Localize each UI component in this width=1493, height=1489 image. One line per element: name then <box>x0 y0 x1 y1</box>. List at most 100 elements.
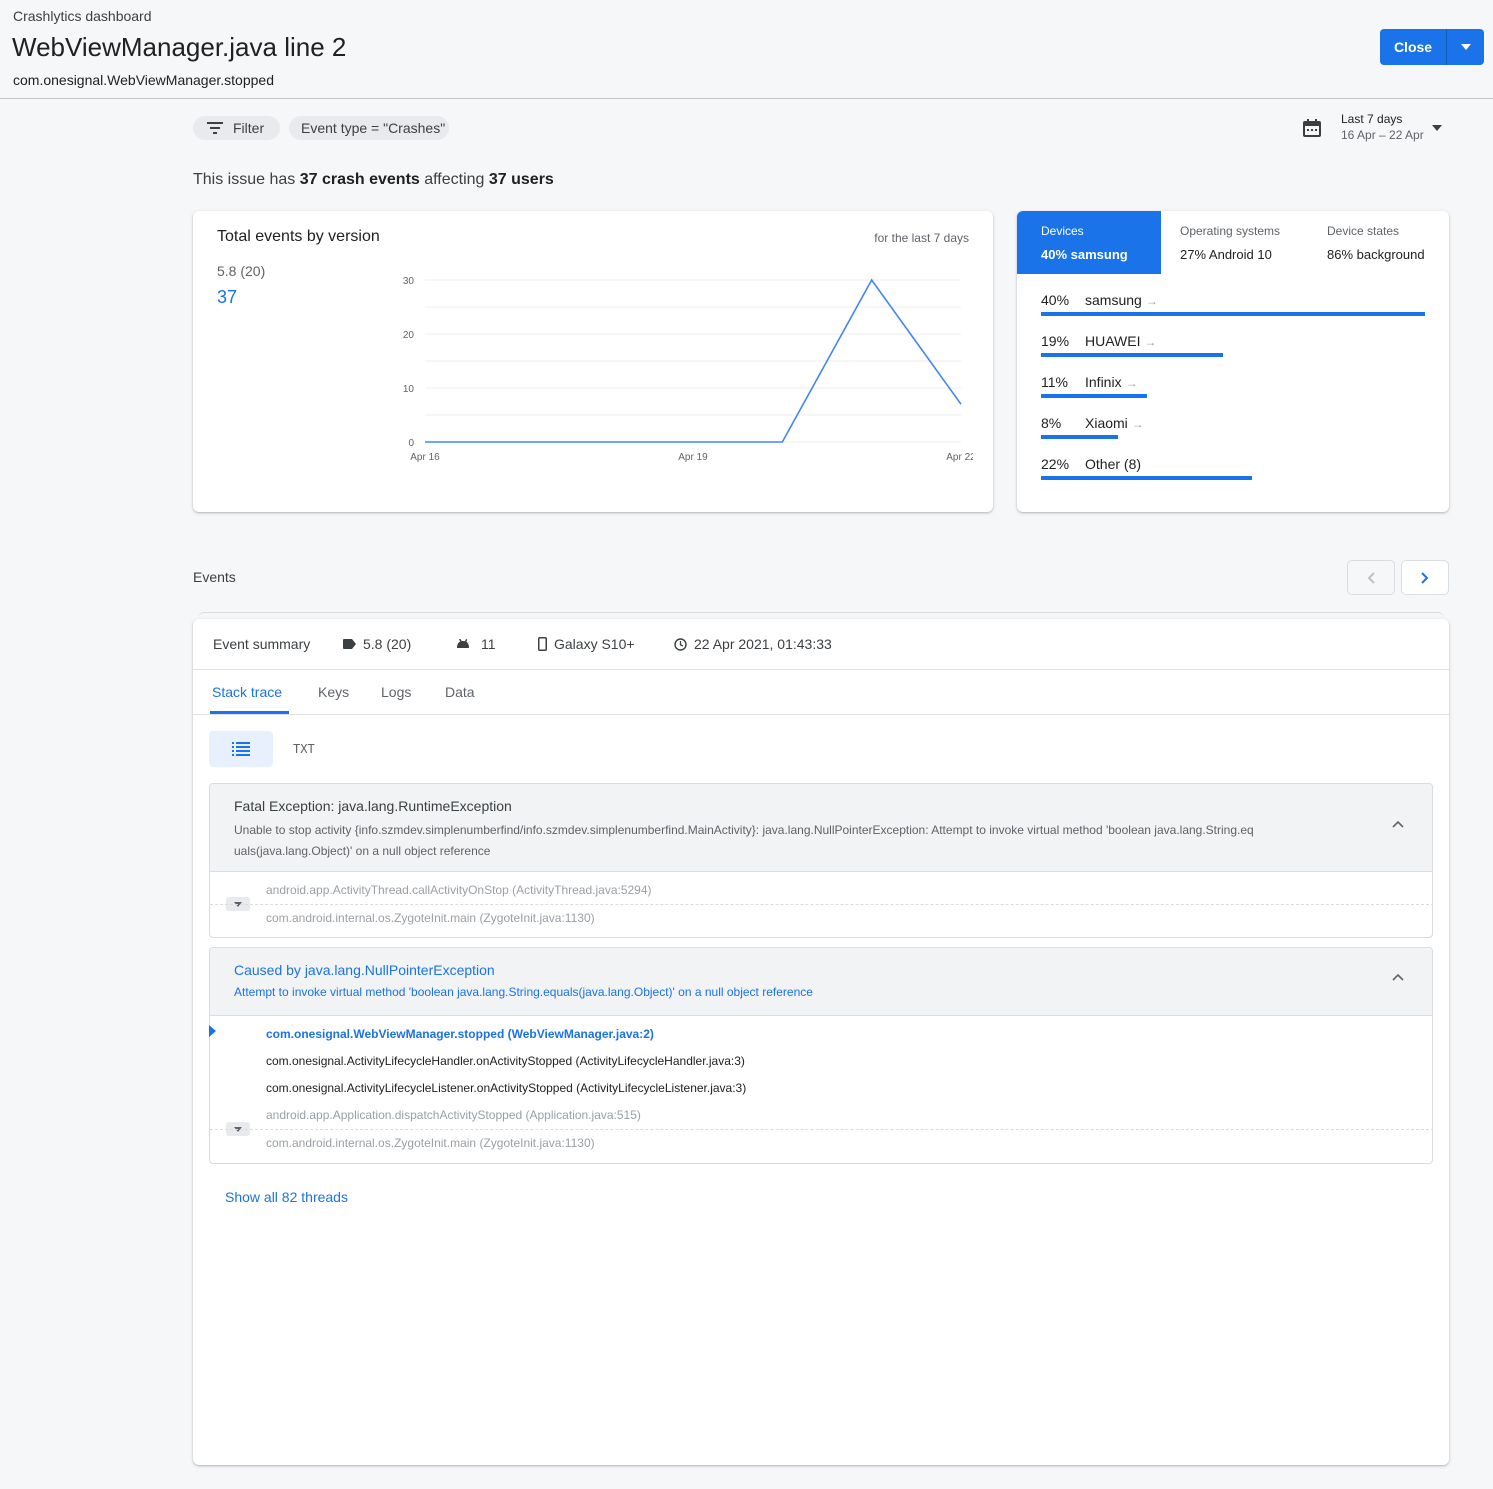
events-line-chart: 0 10 20 30 Apr 16 Apr 19 Apr 22 <box>403 276 973 463</box>
version-count: 37 <box>217 287 238 307</box>
tab-data[interactable]: Data <box>445 684 475 700</box>
summary-users: 37 users <box>488 171 554 188</box>
stack-frame: com.onesignal.ActivityLifecycleListener.… <box>266 1081 747 1095</box>
clock-icon <box>674 637 687 651</box>
event-version: 5.8 (20) <box>343 636 411 652</box>
arrow-right-icon: → <box>1145 294 1158 308</box>
close-button[interactable]: Close <box>1380 29 1447 65</box>
exception-message: Unable to stop activity {info.szmdev.sim… <box>234 823 1254 858</box>
tab-operating-systems[interactable]: Operating systems 27% Android 10 <box>1161 211 1307 274</box>
filter-button[interactable]: Filter <box>193 116 280 140</box>
tab-stack-trace[interactable]: Stack trace <box>212 684 282 700</box>
breadcrumb[interactable]: Crashlytics dashboard <box>13 8 152 24</box>
active-tab-indicator <box>210 711 289 714</box>
calendar-icon <box>1303 119 1321 137</box>
next-event-button[interactable] <box>1401 560 1449 595</box>
exception-block-cause: Caused by java.lang.NullPointerException… <box>209 947 1433 1164</box>
events-heading: Events <box>193 569 236 585</box>
exception-header[interactable]: Caused by java.lang.NullPointerException… <box>210 948 1432 1016</box>
stack-frame: com.onesignal.ActivityLifecycleHandler.o… <box>266 1054 745 1068</box>
filter-icon <box>207 122 223 134</box>
collapsed-frames-divider <box>210 904 1432 905</box>
summary-prefix: This issue has <box>193 171 300 188</box>
tab-logs[interactable]: Logs <box>381 684 411 700</box>
show-all-threads-link[interactable]: Show all 82 threads <box>225 1189 348 1205</box>
y-tick-label: 10 <box>403 384 415 395</box>
close-menu-button[interactable] <box>1447 29 1484 65</box>
filter-label: Filter <box>233 120 265 136</box>
tab-devices-label: Devices <box>1041 224 1084 238</box>
date-range-label: Last 7 days <box>1341 112 1403 126</box>
tab-keys[interactable]: Keys <box>318 684 349 700</box>
chevron-up-icon[interactable] <box>1392 973 1404 981</box>
device-share-bar <box>1041 312 1425 316</box>
arrow-right-icon: → <box>1131 417 1144 431</box>
phone-icon <box>538 637 547 651</box>
stack-frame: com.android.internal.os.ZygoteInit.main … <box>266 1136 595 1150</box>
txt-view-button[interactable]: TXT <box>293 742 315 756</box>
event-card: Event summary 5.8 (20) 11 Galaxy S10+ 22… <box>193 619 1449 1465</box>
x-tick-label: Apr 19 <box>678 452 708 463</box>
collapsed-frames-divider <box>210 1129 1432 1130</box>
stack-frame: android.app.Application.dispatchActivity… <box>266 1108 641 1122</box>
arrow-right-icon: → <box>1144 335 1157 349</box>
date-range-picker[interactable]: Last 7 days 16 Apr – 22 Apr <box>1302 112 1452 146</box>
blamed-frame-marker <box>209 1025 216 1037</box>
page-title: WebViewManager.java line 2 <box>12 32 347 62</box>
x-tick-label: Apr 22 <box>946 452 973 463</box>
tab-devices[interactable]: Devices 40% samsung <box>1017 211 1161 274</box>
chevron-up-icon[interactable] <box>1392 820 1404 828</box>
header-divider <box>0 98 1493 99</box>
tab-states-value: 86% background <box>1327 247 1425 262</box>
y-tick-label: 20 <box>403 330 415 341</box>
page-subtitle: com.onesignal.WebViewManager.stopped <box>13 72 274 88</box>
arrow-right-icon: → <box>1125 376 1138 390</box>
chart-period-note: for the last 7 days <box>874 231 969 245</box>
event-os-version: 11 <box>456 636 496 652</box>
caret-down-icon <box>1460 44 1471 50</box>
device-row[interactable]: 11% Infinix → <box>1041 374 1431 415</box>
device-share: 22% <box>1041 456 1070 472</box>
event-summary-bar: Event summary 5.8 (20) 11 Galaxy S10+ 22… <box>193 619 1449 670</box>
list-icon <box>232 742 250 756</box>
event-summary-label: Event summary <box>213 636 311 652</box>
stack-frame: com.android.internal.os.ZygoteInit.main … <box>266 911 595 925</box>
event-os-text: 11 <box>481 636 496 652</box>
distribution-card: Devices 40% samsung Operating systems 27… <box>1017 211 1449 512</box>
tab-device-states[interactable]: Device states 86% background <box>1307 211 1449 274</box>
date-range-dates: 16 Apr – 22 Apr <box>1341 128 1424 142</box>
issue-summary: This issue has 37 crash events affecting… <box>193 171 554 189</box>
close-button-group: Close <box>1380 29 1484 65</box>
device-share: 40% <box>1041 292 1070 308</box>
device-row[interactable]: 8% Xiaomi → <box>1041 415 1431 456</box>
device-name: Infinix <box>1085 374 1122 390</box>
device-row[interactable]: 40% samsung → <box>1041 292 1431 333</box>
device-name: Other (8) <box>1085 456 1142 472</box>
x-tick-label: Apr 16 <box>410 452 440 463</box>
previous-event-button[interactable] <box>1347 560 1395 595</box>
summary-events: 37 crash events <box>299 171 420 188</box>
event-type-chip[interactable]: Event type = "Crashes" <box>289 116 449 140</box>
exception-title: Fatal Exception: java.lang.RuntimeExcept… <box>234 798 512 814</box>
version-label: 5.8 (20) <box>217 263 266 279</box>
stack-frame: android.app.ActivityThread.callActivityO… <box>266 883 652 897</box>
summary-middle: affecting <box>419 171 489 188</box>
device-name: HUAWEI <box>1085 333 1141 349</box>
caret-down-icon <box>1432 125 1442 131</box>
exception-title: Caused by java.lang.NullPointerException <box>234 962 495 978</box>
tab-os-label: Operating systems <box>1180 224 1281 238</box>
device-name: Xiaomi <box>1085 415 1128 431</box>
event-version-text: 5.8 (20) <box>363 636 412 652</box>
chevron-left-icon <box>1367 571 1375 584</box>
android-icon <box>457 639 469 648</box>
exception-message: Attempt to invoke virtual method 'boolea… <box>234 985 813 999</box>
event-device-text: Galaxy S10+ <box>554 636 635 652</box>
device-share-bar <box>1041 353 1223 357</box>
exception-header[interactable]: Fatal Exception: java.lang.RuntimeExcept… <box>210 784 1432 872</box>
device-row[interactable]: 19% HUAWEI → <box>1041 333 1431 374</box>
device-row[interactable]: 22% Other (8) <box>1041 456 1431 497</box>
device-share-bar <box>1041 394 1147 398</box>
tab-states-label: Device states <box>1327 224 1400 238</box>
list-view-button[interactable] <box>209 731 273 767</box>
tab-os-value: 27% Android 10 <box>1180 247 1272 262</box>
